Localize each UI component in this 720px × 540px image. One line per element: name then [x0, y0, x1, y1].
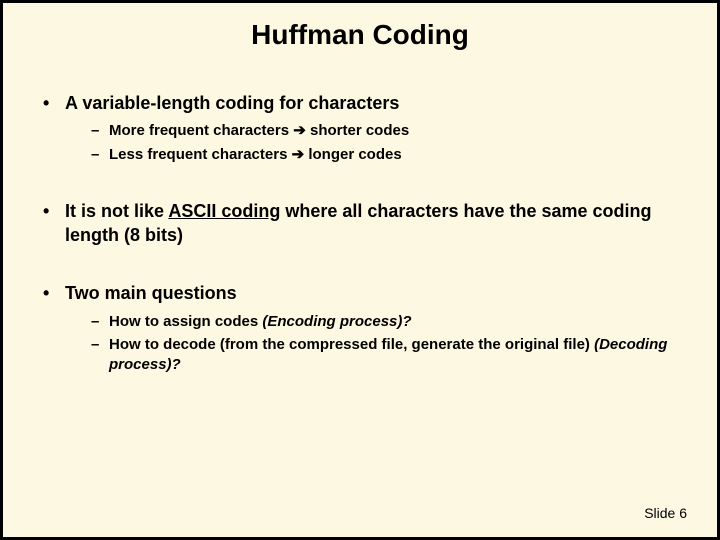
text-part: How to decode (from the compressed file,… — [109, 336, 594, 353]
underlined-text: ASCII coding — [168, 201, 280, 221]
bullet-not-ascii: It is not like ASCII coding where all ch… — [43, 199, 687, 248]
text-part: It is not like — [65, 201, 168, 221]
sub-encoding: How to assign codes (Encoding process)? — [91, 312, 687, 332]
text-part: More frequent characters — [109, 122, 293, 139]
slide-title: Huffman Coding — [33, 19, 687, 51]
arrow-icon: ➔ — [293, 122, 306, 139]
text-part: longer codes — [304, 146, 402, 163]
italic-text: (Encoding process)? — [262, 313, 411, 330]
sub-list: More frequent characters ➔ shorter codes… — [65, 121, 687, 165]
text-part: How to assign codes — [109, 313, 262, 330]
sub-more-frequent: More frequent characters ➔ shorter codes — [91, 121, 687, 141]
sub-list: How to assign codes (Encoding process)? … — [65, 312, 687, 376]
text-part: shorter codes — [306, 122, 409, 139]
slide-number: Slide 6 — [644, 505, 687, 521]
bullet-two-questions: Two main questions How to assign codes (… — [43, 281, 687, 375]
sub-less-frequent: Less frequent characters ➔ longer codes — [91, 145, 687, 165]
text-part: Less frequent characters — [109, 146, 292, 163]
bullet-list: A variable-length coding for characters … — [33, 91, 687, 375]
bullet-variable-length: A variable-length coding for characters … — [43, 91, 687, 165]
arrow-icon: ➔ — [292, 146, 305, 163]
slide: Huffman Coding A variable-length coding … — [0, 0, 720, 540]
bullet-text: Two main questions — [65, 283, 237, 303]
bullet-text: A variable-length coding for characters — [65, 93, 399, 113]
sub-decoding: How to decode (from the compressed file,… — [91, 335, 687, 376]
